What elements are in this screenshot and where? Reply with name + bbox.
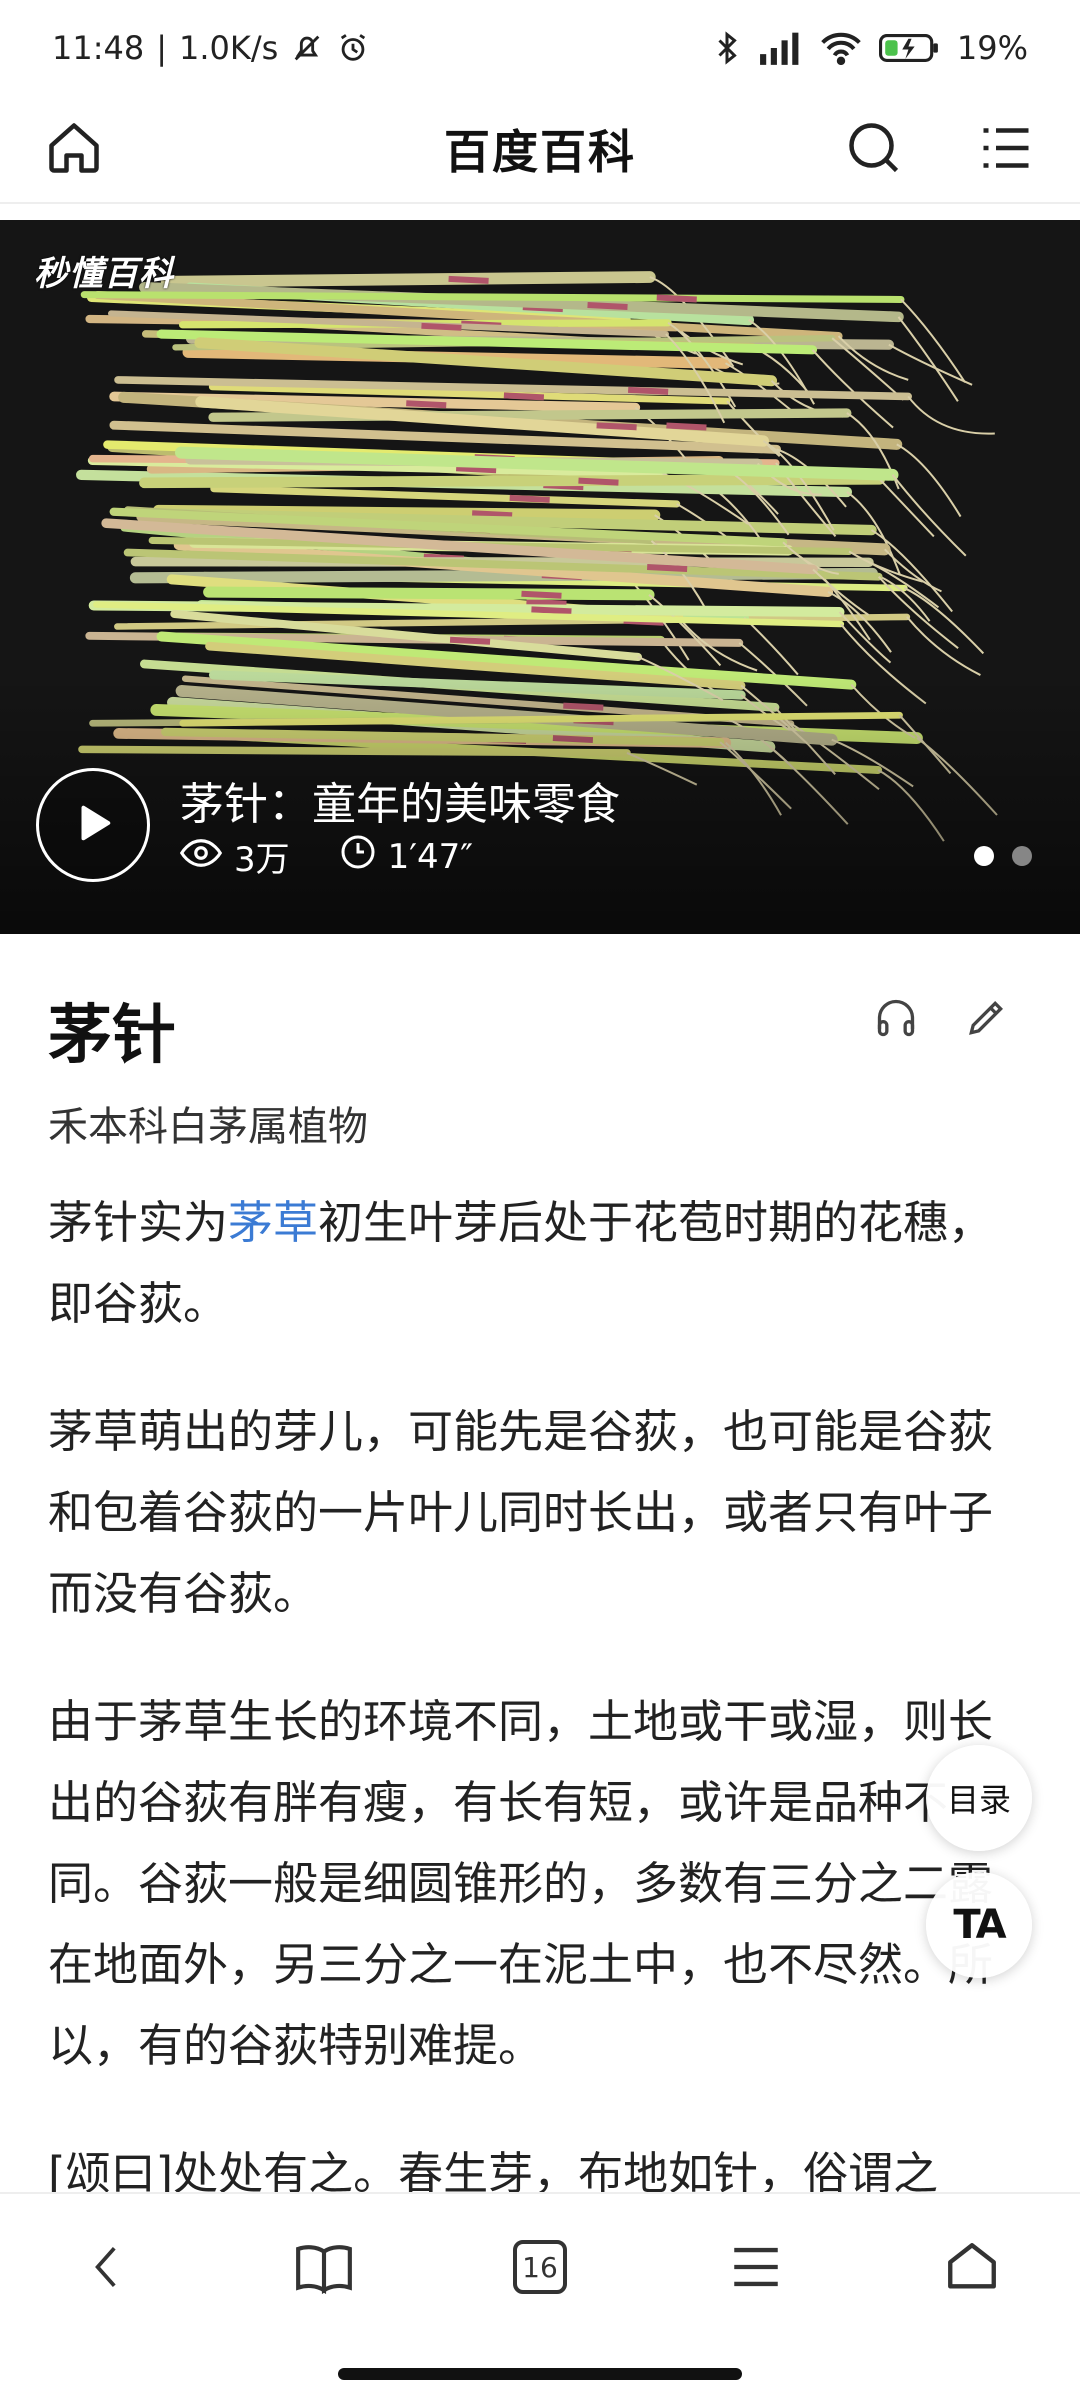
alarm-icon — [336, 31, 370, 65]
battery-icon — [878, 32, 941, 64]
bookmarks-button[interactable] — [274, 2217, 374, 2317]
book-icon — [296, 2245, 352, 2295]
signal-icon — [757, 31, 803, 65]
wifi-icon — [819, 31, 863, 65]
video-banner[interactable]: 秒懂百科 茅针：童年的美味零食 3万 1′47″ — [0, 220, 1080, 934]
bottom-nav: 16 — [0, 2192, 1080, 2340]
tabs-button[interactable]: 16 — [490, 2217, 590, 2317]
play-button[interactable] — [36, 768, 150, 882]
hamburger-icon — [734, 2247, 778, 2287]
top-header: 百度百科 — [0, 96, 1080, 204]
entry-title: 茅针 — [48, 999, 176, 1073]
paragraph: 由于茅草生长的环境不同，土地或干或湿，则长出的谷荻有胖有瘦，有长有短，或许是品种… — [48, 1695, 994, 2072]
video-title: 茅针：童年的美味零食 — [180, 779, 620, 830]
eye-icon — [179, 837, 223, 877]
video-meta: 3万 1′47″ — [179, 832, 523, 881]
home-nav-button[interactable] — [922, 2217, 1022, 2317]
status-bar: 11:48 | 1.0K/s 19% — [0, 0, 1080, 96]
back-button[interactable] — [58, 2217, 158, 2317]
status-time: 11:48 — [52, 29, 145, 67]
battery-percent: 19% — [956, 29, 1028, 67]
page-title: 百度百科 — [444, 125, 636, 179]
view-count: 3万 — [234, 840, 290, 880]
search-icon — [844, 118, 904, 182]
entry-actions — [874, 996, 1008, 1044]
toc-button[interactable]: 目录 — [926, 1745, 1032, 1851]
font-size-button[interactable]: TA — [926, 1872, 1032, 1978]
paragraph: 茅草萌出的芽儿，可能先是谷荻，也可能是谷荻和包着谷荻的一片叶儿同时长出，或者只有… — [48, 1405, 994, 1620]
menu-icon — [976, 118, 1036, 182]
pencil-icon — [969, 1000, 1004, 1035]
gesture-bar[interactable] — [338, 2368, 742, 2380]
bluetooth-icon — [713, 30, 741, 66]
search-button[interactable] — [834, 110, 914, 190]
home-outline-icon — [948, 2243, 996, 2289]
headphones-icon — [877, 999, 915, 1037]
video-watermark: 秒懂百科 — [34, 254, 174, 294]
menu-button[interactable] — [966, 110, 1046, 190]
carousel-dot[interactable] — [1012, 846, 1032, 866]
tabs-count: 16 — [513, 2240, 567, 2294]
entry-subtitle: 禾本科白茅属植物 — [48, 1104, 368, 1150]
paragraph: 茅针实为茅草初生叶芽后处于花苞时期的花穗，即谷荻。 — [48, 1196, 994, 1330]
listen-button[interactable] — [874, 996, 918, 1044]
article-content: 茅针实为茅草初生叶芽后处于花苞时期的花穗，即谷荻。 茅草萌出的芽儿，可能先是谷荻… — [48, 1182, 1032, 2261]
back-icon — [95, 2247, 116, 2287]
carousel-dot[interactable] — [974, 846, 994, 866]
status-net-speed: 1.0K/s — [179, 29, 279, 67]
status-separator: | — [156, 29, 167, 67]
video-duration: 1′47″ — [387, 836, 473, 877]
edit-button[interactable] — [964, 996, 1008, 1044]
menu-nav-button[interactable] — [706, 2217, 806, 2317]
play-icon — [70, 800, 116, 850]
link-maocao[interactable]: 茅草 — [228, 1196, 318, 1249]
clock-icon — [340, 834, 376, 879]
carousel-indicator — [974, 846, 1032, 866]
mute-icon — [290, 31, 324, 65]
